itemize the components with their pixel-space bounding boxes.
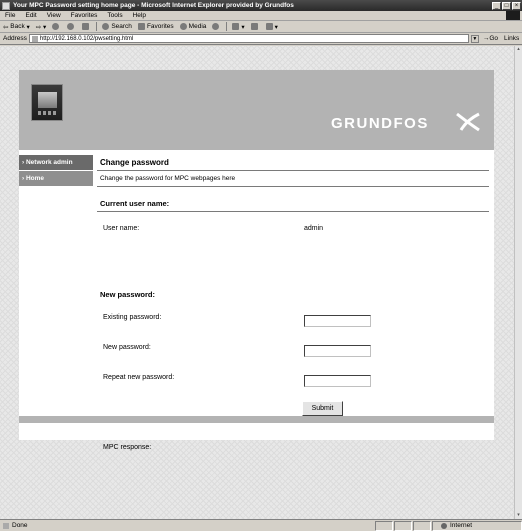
- mpc-controller-image: [31, 84, 63, 121]
- mail-icon: [232, 23, 240, 30]
- windows-logo-icon: [506, 11, 520, 20]
- back-arrow-icon: ⇦: [3, 23, 9, 31]
- back-button[interactable]: ⇦ Back ▾: [0, 23, 33, 31]
- user-name-label: User name:: [103, 225, 140, 232]
- scroll-down-icon[interactable]: ▾: [515, 512, 522, 519]
- history-icon: [212, 23, 220, 30]
- vertical-scrollbar[interactable]: ▴ ▾: [514, 46, 522, 519]
- user-name-value: admin: [304, 225, 324, 232]
- favorites-icon: [137, 23, 145, 30]
- home-button[interactable]: [79, 23, 94, 30]
- section-divider: [97, 211, 489, 212]
- search-icon: [102, 23, 110, 30]
- page-done-icon: [3, 522, 9, 529]
- forward-button[interactable]: ⇨ ▾: [33, 23, 50, 31]
- page-description: Change the password for MPC webpages her…: [97, 171, 489, 187]
- status-cell: [413, 520, 431, 531]
- minimize-button[interactable]: _: [492, 1, 501, 10]
- address-url: http://192.168.0.102/pwsetting.html: [39, 35, 134, 42]
- address-dropdown-icon[interactable]: ▼: [470, 34, 479, 43]
- address-input[interactable]: http://192.168.0.102/pwsetting.html: [28, 34, 469, 43]
- repeat-password-label: Repeat new password:: [103, 374, 175, 381]
- window-title: Your MPC Password setting home page - Mi…: [13, 2, 294, 9]
- menu-tools[interactable]: Tools: [102, 12, 127, 19]
- address-bar: Address http://192.168.0.102/pwsetting.h…: [0, 33, 522, 45]
- ie-icon: [2, 1, 10, 10]
- links-button[interactable]: Links: [504, 35, 519, 42]
- close-button[interactable]: ×: [512, 1, 521, 10]
- status-cell: [394, 520, 412, 531]
- new-password-heading: New password:: [100, 290, 156, 299]
- toolbar-separator: [96, 22, 98, 31]
- repeat-password-input[interactable]: [304, 375, 371, 387]
- menu-favorites[interactable]: Favorites: [66, 12, 103, 19]
- page-heading: Change password: [97, 155, 489, 171]
- menu-bar: File Edit View Favorites Tools Help: [0, 11, 522, 21]
- nav-item-home[interactable]: › Home: [19, 171, 93, 186]
- current-user-heading: Current user name:: [100, 199, 170, 208]
- back-label: Back: [10, 23, 25, 30]
- existing-password-label: Existing password:: [103, 314, 162, 321]
- main-panel: Change password Change the password for …: [97, 155, 489, 451]
- edit-button[interactable]: ▾: [263, 23, 281, 31]
- menu-view[interactable]: View: [42, 12, 66, 19]
- go-button[interactable]: →Go: [483, 35, 498, 42]
- page-icon: [31, 35, 38, 42]
- menu-help[interactable]: Help: [128, 12, 151, 19]
- new-password-input[interactable]: [304, 345, 371, 357]
- side-nav: › Network admin › Home: [19, 155, 93, 187]
- scroll-up-icon[interactable]: ▴: [515, 46, 522, 53]
- print-button[interactable]: [248, 23, 263, 30]
- status-bar: Done Internet: [0, 519, 522, 531]
- refresh-icon: [67, 23, 75, 30]
- zone-label: Internet: [450, 522, 473, 529]
- grundfos-logo-icon: [456, 112, 480, 132]
- page-footer-bar: [19, 416, 494, 423]
- existing-password-input[interactable]: [304, 315, 371, 327]
- refresh-button[interactable]: [64, 23, 79, 30]
- submit-button[interactable]: Submit: [302, 401, 343, 416]
- stop-icon: [52, 23, 60, 30]
- media-icon: [179, 23, 187, 30]
- favorites-label: Favorites: [146, 23, 174, 30]
- forward-arrow-icon: ⇨: [35, 23, 42, 31]
- history-button[interactable]: [209, 23, 224, 30]
- menu-file[interactable]: File: [0, 12, 20, 19]
- page-header: GRUNDFOS: [19, 70, 494, 150]
- grundfos-logo-text: GRUNDFOS: [331, 115, 429, 132]
- page-container: GRUNDFOS › Network admin › Home Change p…: [19, 70, 494, 451]
- home-icon: [82, 23, 90, 30]
- new-password-label: New password:: [103, 344, 151, 351]
- internet-globe-icon: [441, 522, 447, 529]
- stop-button[interactable]: [49, 23, 64, 30]
- menu-edit[interactable]: Edit: [20, 12, 41, 19]
- toolbar: ⇦ Back ▾ ⇨ ▾ Search Favorites Media ▾ ▾: [0, 21, 522, 33]
- nav-item-network-admin[interactable]: › Network admin: [19, 155, 93, 170]
- media-label: Media: [188, 23, 207, 30]
- status-cell: [375, 520, 393, 531]
- search-label: Search: [111, 23, 132, 30]
- title-bar: Your MPC Password setting home page - Mi…: [0, 0, 522, 11]
- address-label: Address: [3, 35, 27, 42]
- toolbar-separator: [226, 22, 228, 31]
- favorites-button[interactable]: Favorites: [135, 23, 177, 30]
- edit-icon: [265, 23, 273, 30]
- security-zone: Internet: [432, 520, 522, 531]
- media-button[interactable]: Media: [177, 23, 210, 30]
- mail-button[interactable]: ▾: [229, 23, 247, 31]
- status-text: Done: [12, 522, 28, 529]
- mpc-response-label: MPC response:: [103, 444, 152, 451]
- status-text-group: Done: [0, 522, 28, 529]
- maximize-button[interactable]: □: [502, 1, 511, 10]
- browser-viewport: GRUNDFOS › Network admin › Home Change p…: [0, 46, 514, 519]
- print-icon: [250, 23, 258, 30]
- search-button[interactable]: Search: [99, 23, 135, 30]
